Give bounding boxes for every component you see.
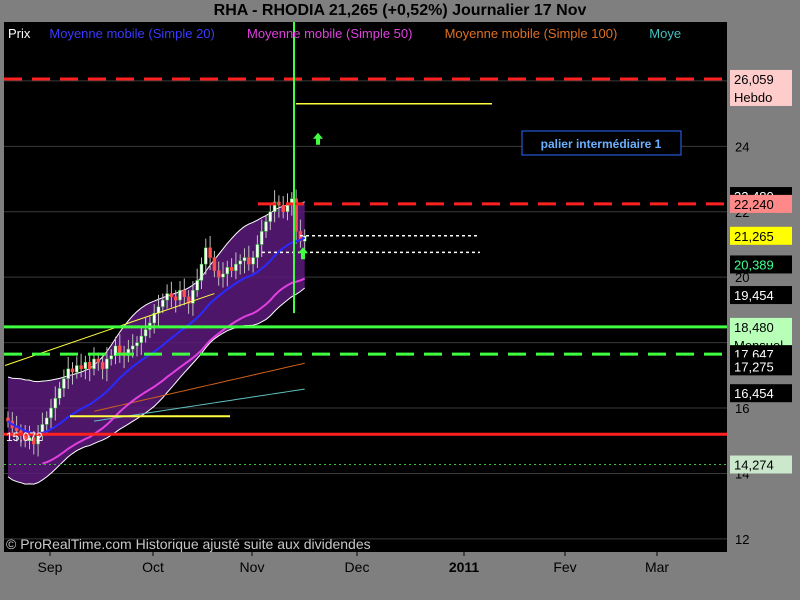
candle	[212, 257, 217, 271]
candle	[242, 257, 247, 262]
chart-window: RHA - RHODIA 21,265 (+0,52%) Journalier …	[0, 0, 800, 600]
candle	[109, 355, 113, 360]
legend-item: Moye	[649, 26, 681, 41]
candle	[66, 368, 70, 379]
price-label: 17,275	[730, 357, 792, 376]
annotation-text: palier intermédiaire 1	[541, 137, 662, 151]
candle	[182, 290, 187, 298]
candle	[44, 417, 49, 425]
y-tick-label: 24	[735, 139, 749, 154]
candle	[161, 299, 165, 307]
candle	[70, 368, 75, 373]
candle	[96, 358, 101, 363]
candle	[173, 296, 178, 301]
candle	[92, 358, 96, 370]
candle	[195, 280, 199, 291]
price-label-value: 17,275	[734, 359, 774, 374]
candle	[264, 221, 268, 232]
price-label-value: 14,274	[734, 458, 774, 473]
candle	[100, 361, 105, 370]
candle	[143, 329, 148, 337]
copyright-footer: © ProRealTime.com Historique ajusté suit…	[6, 536, 371, 552]
x-tick-label: 2011	[449, 559, 480, 575]
candle	[79, 365, 83, 370]
x-tick-label: Dec	[345, 559, 370, 575]
y-tick-label: 16	[735, 401, 749, 416]
candle	[165, 293, 169, 301]
price-label-value: 22,240	[734, 197, 774, 212]
candle	[238, 260, 242, 265]
candle	[62, 378, 66, 389]
y-tick-label: 12	[735, 532, 749, 547]
candle	[178, 290, 182, 301]
candle	[135, 342, 139, 347]
price-label-value: 16,454	[734, 386, 774, 401]
candle	[75, 365, 79, 373]
candle	[199, 263, 204, 281]
low-price-label: 15,072	[6, 430, 43, 444]
candle	[221, 273, 225, 278]
x-tick-label: Oct	[142, 559, 164, 575]
candle	[139, 335, 144, 343]
candle	[277, 201, 281, 206]
legend-item: Moyenne mobile (Simple 20)	[49, 26, 214, 41]
candle	[281, 204, 285, 213]
candle	[225, 267, 230, 275]
price-label-value: 20,389	[734, 257, 774, 272]
candle	[87, 361, 92, 370]
candle	[268, 211, 273, 222]
price-label-value: 26,059	[734, 72, 774, 87]
candle	[285, 204, 290, 213]
price-label: 26,059 Hebdo	[730, 69, 792, 106]
candle	[57, 388, 62, 399]
price-label: 19,454	[730, 286, 792, 305]
price-label: 16,454	[730, 384, 792, 403]
price-label: 14,274	[730, 455, 792, 474]
candle	[247, 257, 251, 265]
price-label-sub: Hebdo	[734, 90, 772, 105]
annotation-box: palier intermédiaire 1	[521, 130, 682, 156]
price-label: 20,389	[730, 255, 792, 274]
candle	[216, 270, 221, 278]
candle	[259, 231, 264, 245]
candle	[204, 247, 208, 265]
candle	[169, 293, 174, 298]
candle	[49, 407, 53, 419]
candle	[208, 247, 212, 258]
plot-area	[4, 22, 727, 552]
x-tick-label: Nov	[240, 559, 265, 575]
candle	[53, 397, 58, 409]
price-label-value: 18,480	[734, 320, 774, 335]
candle	[229, 267, 234, 271]
candle	[255, 244, 260, 258]
legend-item: Moyenne mobile (Simple 50)	[247, 26, 412, 41]
price-label-value: 19,454	[734, 288, 774, 303]
price-label: 22,240	[730, 194, 792, 213]
price-chart: 15,072 palier intermédiaire 1 Prix Moyenne …	[4, 22, 800, 575]
candle	[130, 345, 135, 350]
x-tick-label: Fev	[553, 559, 576, 575]
legend-item: Prix	[8, 26, 31, 41]
candle	[234, 263, 238, 271]
price-label-value: 21,265	[734, 229, 774, 244]
legend-item: Moyenne mobile (Simple 100)	[445, 26, 618, 41]
candle	[6, 417, 10, 422]
candle	[83, 361, 88, 370]
candle	[118, 345, 122, 353]
price-label: 21,265	[730, 226, 792, 245]
x-tick-label: Mar	[645, 559, 669, 575]
candle	[251, 257, 255, 265]
x-tick-label: Sep	[38, 559, 63, 575]
candle	[105, 358, 109, 370]
